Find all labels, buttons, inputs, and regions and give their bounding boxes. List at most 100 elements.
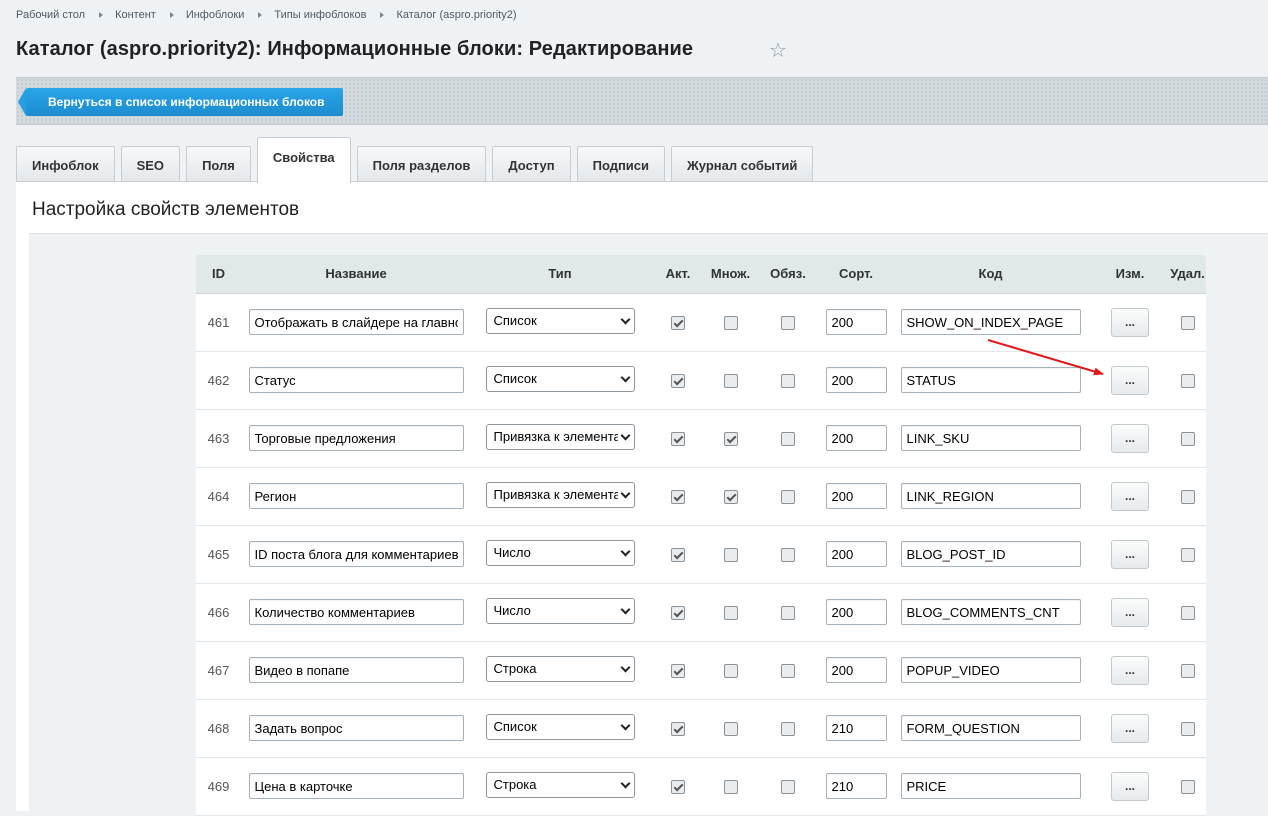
edit-property-button[interactable]: ... xyxy=(1111,771,1149,801)
property-code-input[interactable] xyxy=(900,599,1081,625)
property-type-select[interactable]: Строка xyxy=(485,655,635,682)
required-checkbox[interactable] xyxy=(781,779,795,794)
delete-checkbox[interactable] xyxy=(1180,315,1195,330)
delete-checkbox[interactable] xyxy=(1180,489,1195,504)
edit-property-button[interactable]: ... xyxy=(1111,597,1149,627)
breadcrumb-separator-icon xyxy=(258,12,263,18)
multiple-checkbox[interactable] xyxy=(723,663,738,678)
required-checkbox[interactable] xyxy=(781,431,795,446)
sort-input[interactable] xyxy=(825,715,887,741)
multiple-checkbox[interactable] xyxy=(723,431,738,446)
tab-event-log[interactable]: Журнал событий xyxy=(671,146,814,183)
property-code-input[interactable] xyxy=(900,715,1081,741)
multiple-checkbox[interactable] xyxy=(723,373,738,388)
property-name-input[interactable] xyxy=(248,367,464,393)
delete-checkbox[interactable] xyxy=(1180,373,1195,388)
property-name-input[interactable] xyxy=(248,541,464,567)
property-type-select[interactable]: Привязка к элементам xyxy=(485,423,635,450)
sort-input[interactable] xyxy=(825,599,887,625)
required-checkbox[interactable] xyxy=(781,315,795,330)
multiple-checkbox[interactable] xyxy=(723,489,738,504)
active-checkbox[interactable] xyxy=(671,373,685,388)
property-type-select[interactable]: Привязка к элементам xyxy=(485,481,635,508)
property-code-input[interactable] xyxy=(900,541,1081,567)
edit-property-button[interactable]: ... xyxy=(1111,365,1149,395)
sort-input[interactable] xyxy=(825,483,887,509)
property-name-input[interactable] xyxy=(248,657,464,683)
sort-input[interactable] xyxy=(825,309,887,335)
active-checkbox[interactable] xyxy=(671,315,685,330)
breadcrumb-infoblock-types[interactable]: Типы инфоблоков xyxy=(274,9,366,21)
multiple-checkbox[interactable] xyxy=(723,605,738,620)
property-code-input[interactable] xyxy=(900,425,1081,451)
property-code-input[interactable] xyxy=(900,483,1081,509)
breadcrumb-catalog[interactable]: Каталог (aspro.priority2) xyxy=(396,9,516,21)
active-checkbox[interactable] xyxy=(671,489,685,504)
tab-captions[interactable]: Подписи xyxy=(576,146,666,183)
property-name-input[interactable] xyxy=(248,599,464,625)
tab-access[interactable]: Доступ xyxy=(492,146,571,183)
sort-input[interactable] xyxy=(825,657,887,683)
tab-section-fields[interactable]: Поля разделов xyxy=(356,146,487,183)
property-code-input[interactable] xyxy=(900,309,1081,335)
multiple-checkbox[interactable] xyxy=(723,721,738,736)
edit-property-button[interactable]: ... xyxy=(1111,655,1149,685)
property-name-input[interactable] xyxy=(248,483,464,509)
property-type-select[interactable]: Список xyxy=(485,365,635,392)
property-code-input[interactable] xyxy=(900,367,1081,393)
active-checkbox[interactable] xyxy=(671,721,685,736)
breadcrumb-infoblocks[interactable]: Инфоблоки xyxy=(186,9,245,21)
required-checkbox[interactable] xyxy=(781,721,795,736)
property-type-value: Строка xyxy=(493,776,537,792)
property-code-input[interactable] xyxy=(900,773,1081,799)
sort-input[interactable] xyxy=(825,773,887,799)
property-type-select[interactable]: Строка xyxy=(485,771,635,798)
active-checkbox[interactable] xyxy=(671,663,685,678)
edit-property-button[interactable]: ... xyxy=(1111,539,1149,569)
property-type-select[interactable]: Число xyxy=(485,539,635,566)
active-checkbox[interactable] xyxy=(671,431,685,446)
star-icon[interactable]: ☆ xyxy=(769,40,787,62)
sort-input[interactable] xyxy=(825,541,887,567)
property-name-input[interactable] xyxy=(248,715,464,741)
tab-fields[interactable]: Поля xyxy=(186,146,251,183)
delete-checkbox[interactable] xyxy=(1180,431,1195,446)
delete-checkbox[interactable] xyxy=(1180,663,1195,678)
multiple-checkbox[interactable] xyxy=(723,547,738,562)
active-checkbox[interactable] xyxy=(671,547,685,562)
tab-properties[interactable]: Свойства xyxy=(256,137,351,183)
required-checkbox[interactable] xyxy=(781,547,795,562)
delete-checkbox[interactable] xyxy=(1180,779,1195,794)
property-type-value: Число xyxy=(493,602,531,618)
property-type-select[interactable]: Число xyxy=(485,597,635,624)
edit-property-button[interactable]: ... xyxy=(1111,481,1149,511)
multiple-checkbox[interactable] xyxy=(723,779,738,794)
required-checkbox[interactable] xyxy=(781,605,795,620)
edit-property-button[interactable]: ... xyxy=(1111,423,1149,453)
tab-seo[interactable]: SEO xyxy=(120,146,181,183)
active-checkbox[interactable] xyxy=(671,605,685,620)
required-checkbox[interactable] xyxy=(781,663,795,678)
tab-infoblock[interactable]: Инфоблок xyxy=(16,146,115,183)
property-type-select[interactable]: Список xyxy=(485,307,635,334)
delete-checkbox[interactable] xyxy=(1180,547,1195,562)
property-code-input[interactable] xyxy=(900,657,1081,683)
property-name-input[interactable] xyxy=(248,425,464,451)
required-checkbox[interactable] xyxy=(781,489,795,504)
active-checkbox[interactable] xyxy=(671,779,685,794)
breadcrumb-desktop[interactable]: Рабочий стол xyxy=(16,9,85,21)
delete-checkbox[interactable] xyxy=(1180,605,1195,620)
delete-checkbox[interactable] xyxy=(1180,721,1195,736)
sort-input[interactable] xyxy=(825,367,887,393)
back-to-list-button[interactable]: Вернуться в список информационных блоков xyxy=(18,88,343,116)
breadcrumb-content[interactable]: Контент xyxy=(115,9,156,21)
edit-property-button[interactable]: ... xyxy=(1111,307,1149,337)
required-checkbox[interactable] xyxy=(781,373,795,388)
multiple-checkbox[interactable] xyxy=(723,315,738,330)
property-type-value: Список xyxy=(493,718,537,734)
property-name-input[interactable] xyxy=(248,309,464,335)
edit-property-button[interactable]: ... xyxy=(1111,713,1149,743)
sort-input[interactable] xyxy=(825,425,887,451)
property-type-select[interactable]: Список xyxy=(485,713,635,740)
property-name-input[interactable] xyxy=(248,773,464,799)
